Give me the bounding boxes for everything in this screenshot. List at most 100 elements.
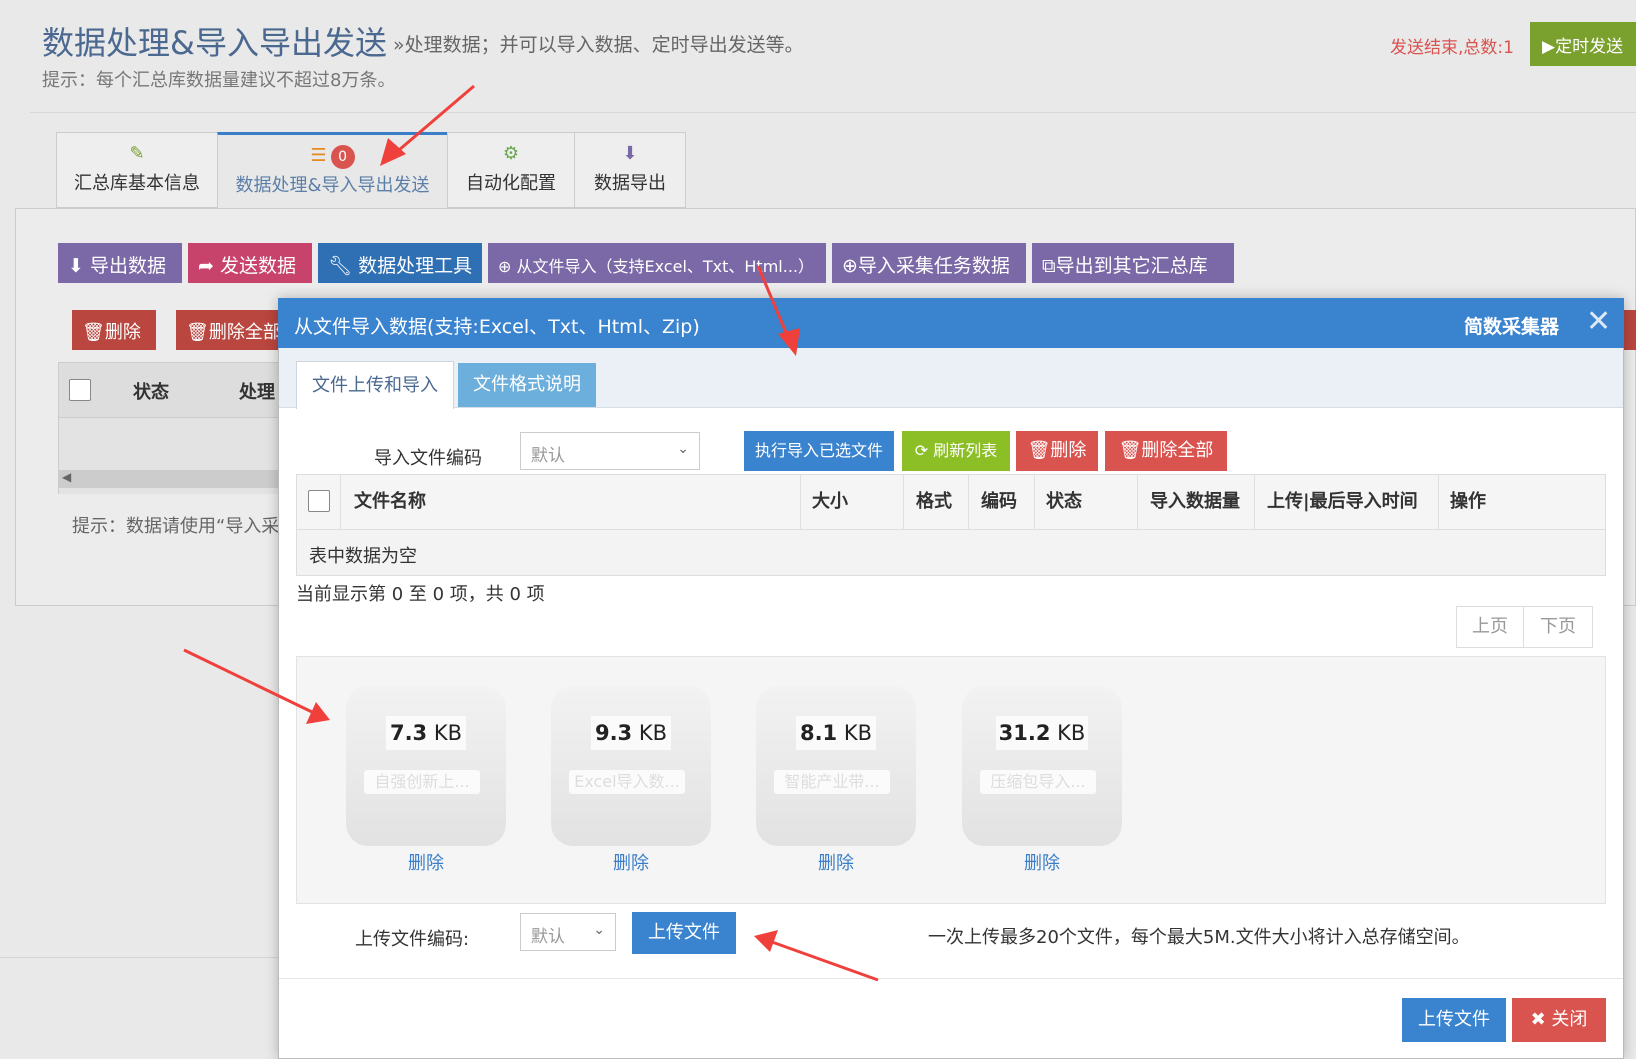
modal-footer-divider xyxy=(279,978,1623,979)
file-size-unit: KB xyxy=(1057,721,1086,745)
export-to-other-button[interactable]: ⧉导出到其它汇总库 xyxy=(1032,243,1234,283)
tab-data-export[interactable]: ⬇ 数据导出 xyxy=(574,132,686,208)
file-name: 自强创新上... xyxy=(364,770,480,794)
gears-icon: ⚙ xyxy=(502,143,520,164)
export-data-button[interactable]: ⬇ 导出数据 xyxy=(58,243,182,283)
page-subtitle: »处理数据；并可以导入数据、定时导出发送等。 xyxy=(393,34,804,56)
modal-delete-all-button[interactable]: 🗑︎删除全部 xyxy=(1105,431,1227,471)
file-size-num: 7.3 xyxy=(389,721,428,745)
tab-label: 汇总库基本信息 xyxy=(74,173,200,194)
send-status: 发送结束,总数:1 xyxy=(1390,38,1514,58)
import-file-label: 从文件导入（支持Excel、Txt、Html...） xyxy=(516,257,815,276)
file-size-num: 31.2 xyxy=(998,721,1051,745)
tab-label: 数据导出 xyxy=(594,173,666,194)
wrench-icon: 🔧︎ xyxy=(328,255,359,277)
file-delete-link[interactable]: 删除 xyxy=(756,849,916,875)
modal-delete-button[interactable]: 🗑︎删除 xyxy=(1016,431,1098,471)
close-icon[interactable]: ✕ xyxy=(1586,305,1611,339)
upload-encoding-label: 上传文件编码: xyxy=(355,929,470,950)
modal-delete-all-label: 删除全部 xyxy=(1141,440,1214,461)
file-delete-link[interactable]: 删除 xyxy=(962,849,1122,875)
tab-data-processing[interactable]: ☰ 0 数据处理&导入导出发送 xyxy=(217,132,448,208)
import-encoding-select[interactable]: 默认 ⌄ xyxy=(520,432,700,470)
import-encoding-value: 默认 xyxy=(531,446,565,466)
upload-encoding-select[interactable]: 默认 ⌄ xyxy=(520,913,616,951)
col-separator xyxy=(800,474,801,530)
bg-right-button-edge xyxy=(1622,310,1636,350)
col-format[interactable]: 格式 xyxy=(916,474,952,530)
bg-select-all-checkbox[interactable] xyxy=(69,379,91,401)
col-separator xyxy=(968,474,969,530)
tab-file-format[interactable]: 文件格式说明 xyxy=(458,363,596,407)
tab-label: 数据处理&导入导出发送 xyxy=(235,175,430,196)
upload-file-button[interactable]: 上传文件 xyxy=(632,912,736,954)
tab-file-upload[interactable]: 文件上传和导入 xyxy=(296,361,454,409)
pager-next-button[interactable]: 下页 xyxy=(1523,606,1593,648)
col-size[interactable]: 大小 xyxy=(812,474,848,530)
col-actions: 操作 xyxy=(1450,491,1486,512)
download-circle-icon: ⊕ xyxy=(842,255,858,277)
col-status[interactable]: 状态 xyxy=(1046,474,1082,530)
file-preview-card xyxy=(756,686,916,846)
col-encoding[interactable]: 编码 xyxy=(981,474,1017,530)
file-size-num: 9.3 xyxy=(594,721,633,745)
col-filename[interactable]: 文件名称 xyxy=(354,474,426,530)
footer-close-button[interactable]: ✖ 关闭 xyxy=(1512,998,1606,1042)
file-name: 智能产业带... xyxy=(774,770,890,794)
file-delete-link[interactable]: 删除 xyxy=(346,849,506,875)
import-encoding-label: 导入文件编码 xyxy=(374,448,482,469)
timer-send-button[interactable]: ▶定时发送 xyxy=(1530,22,1636,66)
file-name: Excel导入数... xyxy=(569,770,685,794)
trash-icon: 🗑︎ xyxy=(1027,440,1051,461)
header-divider xyxy=(30,112,1636,113)
col-import-count[interactable]: 导入数据量 xyxy=(1150,474,1240,530)
data-tools-button[interactable]: 🔧︎ 数据处理工具 xyxy=(318,243,482,283)
file-size-num: 8.1 xyxy=(799,721,838,745)
tab-label: 自动化配置 xyxy=(466,173,556,194)
bg-delete-all-label: 删除全部 xyxy=(208,322,281,343)
send-data-button[interactable]: ➦ 发送数据 xyxy=(188,243,312,283)
bg-table-header: 状态 处理 xyxy=(58,362,298,418)
download-icon: ⬇ xyxy=(622,143,638,164)
file-size: 31.2 KB xyxy=(996,716,1088,750)
modal-title: 从文件导入数据(支持:Excel、Txt、Html、Zip) xyxy=(294,316,700,338)
share-icon: ➦ xyxy=(198,255,220,277)
bg-divider xyxy=(0,957,280,958)
import-task-label: 导入采集任务数据 xyxy=(857,255,1010,277)
trash-icon: 🗑︎ xyxy=(82,322,105,343)
scroll-left-icon: ◀ xyxy=(62,470,72,484)
modal-delete-label: 删除 xyxy=(1050,440,1087,461)
tab-basic-info[interactable]: ✎ 汇总库基本信息 xyxy=(56,132,218,208)
select-all-checkbox[interactable] xyxy=(308,490,330,512)
refresh-list-button[interactable]: ⟳ 刷新列表 xyxy=(902,431,1010,471)
file-delete-link[interactable]: 删除 xyxy=(551,849,711,875)
bg-horizontal-scrollbar[interactable]: ◀ xyxy=(58,470,298,488)
bg-col-status: 状态 xyxy=(133,382,169,403)
download-circle-icon: ⊕ xyxy=(498,257,517,276)
run-import-button[interactable]: 执行导入已选文件 xyxy=(744,431,894,471)
download-icon: ⬇ xyxy=(68,255,90,277)
export-other-label: 导出到其它汇总库 xyxy=(1055,255,1208,277)
trash-icon: 🗑︎ xyxy=(1118,440,1142,461)
table-info: 当前显示第 0 至 0 项，共 0 项 xyxy=(296,584,545,605)
footer-upload-button[interactable]: 上传文件 xyxy=(1402,998,1506,1042)
col-separator xyxy=(1034,474,1035,530)
col-separator xyxy=(1438,474,1439,530)
file-preview-card xyxy=(346,686,506,846)
file-size-unit: KB xyxy=(638,721,668,745)
refresh-label: 刷新列表 xyxy=(933,441,998,460)
chevron-down-icon: ⌄ xyxy=(593,922,605,938)
import-from-file-button[interactable]: ⊕ 从文件导入（支持Excel、Txt、Html...） xyxy=(488,243,826,283)
upload-note: 一次上传最多20个文件，每个最大5M.文件大小将计入总存储空间。 xyxy=(928,927,1470,948)
page-title: 数据处理&导入导出发送 xyxy=(42,24,387,62)
import-task-data-button[interactable]: ⊕导入采集任务数据 xyxy=(832,243,1026,283)
file-name: 压缩包导入... xyxy=(980,770,1096,794)
col-upload-time[interactable]: 上传|最后导入时间 xyxy=(1267,474,1418,530)
col-separator xyxy=(903,474,904,530)
bg-col-process: 处理 xyxy=(239,382,275,403)
upload-encoding-value: 默认 xyxy=(531,927,565,947)
bg-delete-button[interactable]: 🗑︎删除 xyxy=(72,310,156,350)
pager-prev-button[interactable]: 上页 xyxy=(1456,606,1524,648)
file-size: 9.3 KB xyxy=(591,716,671,750)
tab-automation[interactable]: ⚙ 自动化配置 xyxy=(447,132,575,208)
